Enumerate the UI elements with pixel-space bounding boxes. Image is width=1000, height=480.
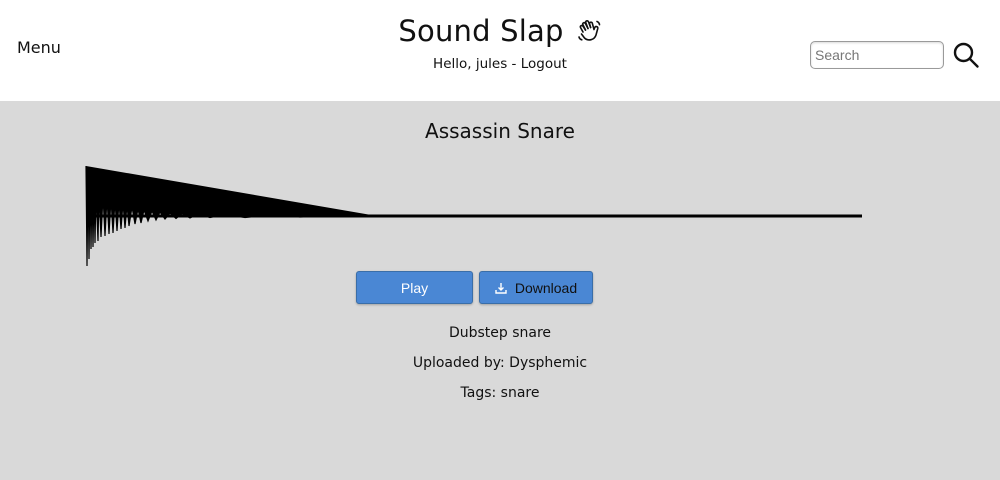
uploader[interactable]: Uploaded by: Dysphemic — [0, 348, 1000, 378]
download-label: Download — [514, 279, 578, 296]
greeting-text: Hello, jules — [433, 56, 508, 72]
waving-hand-icon — [577, 20, 600, 41]
sound-tags[interactable]: Tags: snare — [0, 378, 1000, 408]
sound-title: Assassin Snare — [425, 119, 575, 143]
waveform[interactable] — [80, 163, 880, 273]
brand-row: Sound Slap — [398, 14, 601, 48]
sound-actions: Play Download — [356, 271, 593, 304]
download-icon — [495, 282, 507, 294]
search-icon[interactable] — [952, 41, 980, 69]
sound-meta: Dubstep snare Uploaded by: Dysphemic Tag… — [0, 318, 1000, 408]
greeting-separator: - — [507, 56, 521, 72]
sound-description: Dubstep snare — [448, 325, 552, 341]
play-button[interactable]: Play — [356, 271, 473, 304]
download-button[interactable]: Download — [479, 271, 593, 304]
site-title[interactable]: Sound Slap — [398, 14, 563, 48]
logout-link[interactable]: Logout — [521, 56, 567, 72]
sound-detail: Assassin Snare Play Download Dubstep sna… — [0, 101, 1000, 480]
search-area — [810, 41, 980, 69]
search-input[interactable] — [810, 41, 944, 69]
site-header: Menu Sound Slap Hello, jules - Logout — [0, 0, 1000, 101]
